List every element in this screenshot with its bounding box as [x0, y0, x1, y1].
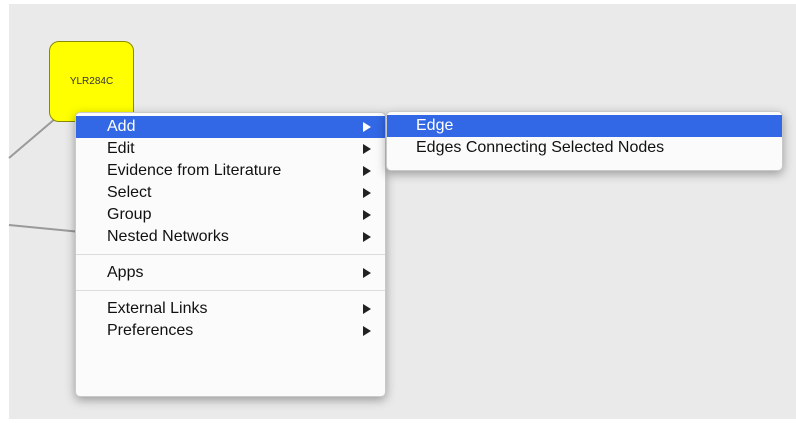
menu-item-label: Group [107, 206, 152, 223]
menu-item-external-links[interactable]: External Links [76, 298, 385, 320]
menu-item-label: External Links [107, 300, 208, 317]
menu-item-select[interactable]: Select [76, 182, 385, 204]
menu-item-apps[interactable]: Apps [76, 262, 385, 284]
menu-separator [76, 290, 385, 291]
menu-item-preferences[interactable]: Preferences [76, 320, 385, 342]
menu-item-nested-networks[interactable]: Nested Networks [76, 226, 385, 248]
menu-item-label: Add [107, 118, 136, 135]
add-submenu: Edge Edges Connecting Selected Nodes [386, 111, 783, 171]
menu-item-label: Nested Networks [107, 228, 229, 245]
submenu-arrow-icon [363, 326, 371, 336]
submenu-arrow-icon [363, 232, 371, 242]
menu-item-group[interactable]: Group [76, 204, 385, 226]
context-menu: Add Edit Evidence from Literature Select… [75, 112, 386, 397]
edge[interactable] [8, 117, 57, 159]
menu-item-add[interactable]: Add [76, 116, 385, 138]
menu-item-edit[interactable]: Edit [76, 138, 385, 160]
menu-item-label: Apps [107, 264, 144, 281]
node-label: YLR284C [69, 76, 114, 87]
submenu-item-label: Edges Connecting Selected Nodes [416, 139, 665, 156]
submenu-arrow-icon [363, 144, 371, 154]
submenu-arrow-icon [363, 122, 371, 132]
submenu-arrow-icon [363, 304, 371, 314]
menu-item-evidence-from-literature[interactable]: Evidence from Literature [76, 160, 385, 182]
menu-separator [76, 254, 385, 255]
menu-item-label: Evidence from Literature [107, 162, 282, 179]
menu-item-label: Edit [107, 140, 135, 157]
submenu-arrow-icon [363, 268, 371, 278]
submenu-arrow-icon [363, 188, 371, 198]
submenu-item-label: Edge [416, 117, 454, 134]
network-node-selected[interactable]: YLR284C [49, 41, 134, 122]
submenu-arrow-icon [363, 210, 371, 220]
submenu-item-edges-connecting-selected-nodes[interactable]: Edges Connecting Selected Nodes [387, 137, 782, 159]
submenu-item-edge[interactable]: Edge [387, 115, 782, 137]
menu-item-label: Select [107, 184, 152, 201]
submenu-arrow-icon [363, 166, 371, 176]
menu-item-label: Preferences [107, 322, 194, 339]
